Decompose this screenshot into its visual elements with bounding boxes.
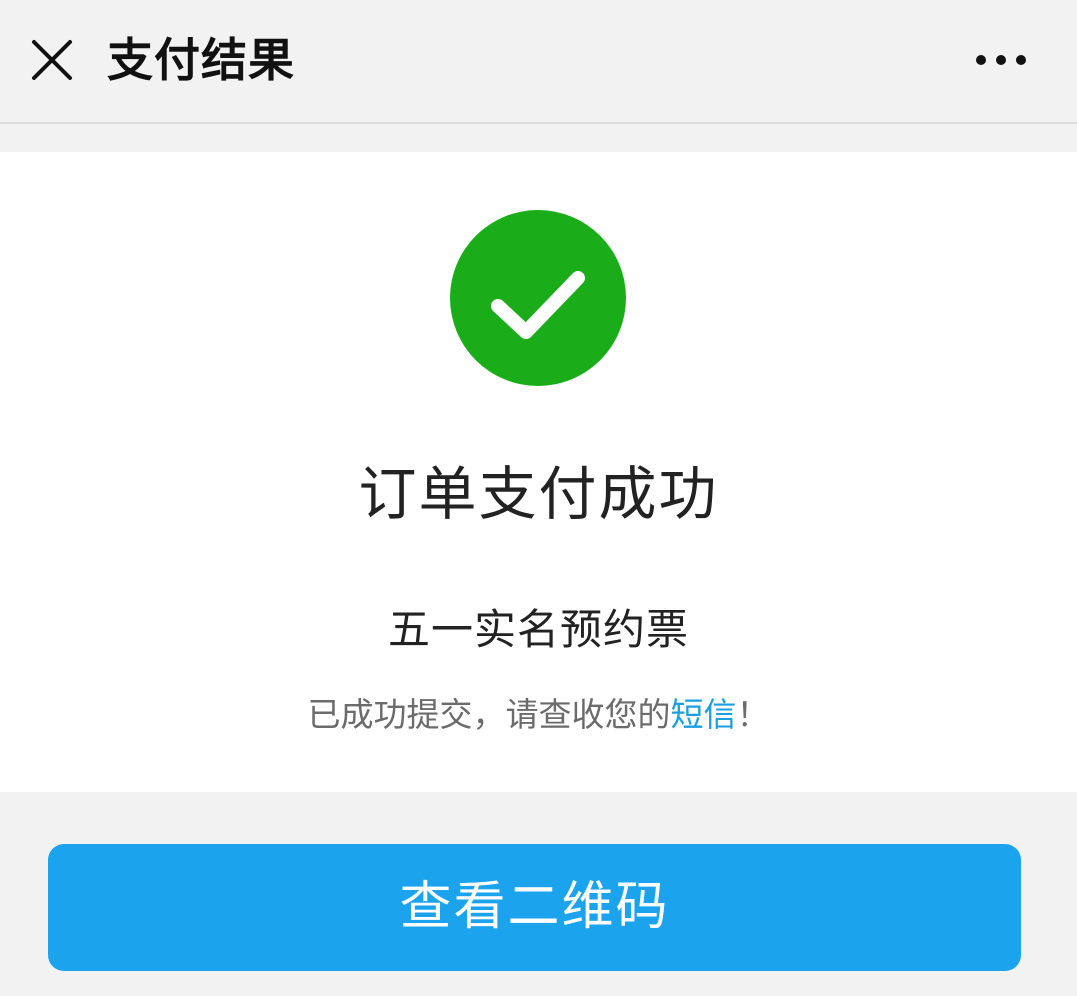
top-nav-bar: 支付结果	[0, 0, 1077, 124]
ticket-name: 五一实名预约票	[387, 605, 689, 654]
notice-suffix: ！	[736, 695, 770, 734]
check-circle-icon	[450, 210, 626, 386]
more-options-button[interactable]	[968, 40, 1034, 80]
close-button[interactable]	[28, 36, 76, 84]
sms-link[interactable]: 短信	[671, 695, 737, 734]
payment-result-page: 支付结果 订单支付成功 五一实名预约票 已成功提交，请查收您的短信！ 查看二维码	[0, 0, 1077, 996]
notice-text: 已成功提交，请查收您的	[307, 695, 671, 734]
result-card: 订单支付成功 五一实名预约票 已成功提交，请查收您的短信！	[0, 152, 1077, 792]
view-qr-code-button[interactable]: 查看二维码	[48, 844, 1021, 971]
page-title: 支付结果	[107, 33, 295, 87]
close-icon	[32, 40, 72, 80]
result-title: 订单支付成功	[358, 460, 719, 528]
more-dots-icon	[976, 55, 1026, 65]
sms-notice: 已成功提交，请查收您的短信！	[0, 690, 1077, 740]
